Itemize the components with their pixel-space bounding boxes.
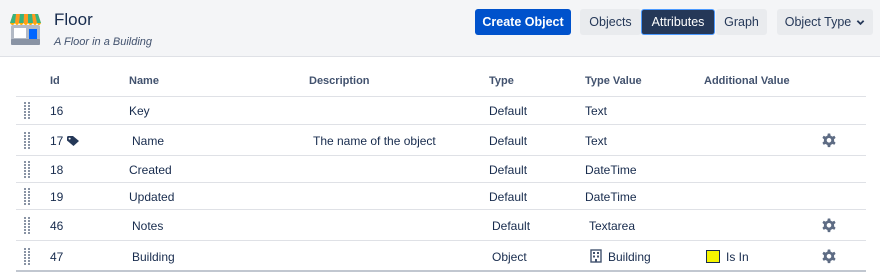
row-id: 16 [50,104,64,118]
row-name: Key [129,104,150,118]
row-type: Default [489,134,528,148]
row-type: Default [492,219,531,233]
gear-icon[interactable] [821,218,837,234]
tab-objects[interactable]: Objects [580,9,641,35]
page-header: Floor A Floor in a Building Create Objec… [0,0,880,57]
column-header-description: Description [309,75,370,87]
table-row[interactable]: 18 Created Default DateTime [16,156,866,183]
color-swatch [706,250,720,263]
chevron-down-icon [856,19,865,25]
store-icon [10,14,41,45]
column-header-type: Type [489,75,514,87]
row-id: 47 [50,250,64,264]
gear-icon[interactable] [821,249,837,265]
row-id: 17 [50,134,64,148]
row-name: Notes [132,219,164,233]
page-subtitle: A Floor in a Building [54,36,153,48]
row-description: The name of the object [313,134,436,148]
building-icon [590,249,602,263]
row-type: Default [489,163,528,177]
drag-handle-icon[interactable] [24,188,30,205]
drag-handle-icon[interactable] [24,102,30,119]
column-header-id: Id [50,75,60,87]
row-name: Building [132,250,175,264]
row-type-value: Building [608,250,651,264]
row-type: Default [489,104,528,118]
row-type-value: Text [585,104,608,118]
row-id: 46 [50,219,64,233]
row-type: Default [489,190,528,204]
column-header-type-value: Type Value [585,75,642,87]
drag-handle-icon[interactable] [24,217,30,234]
object-type-dropdown[interactable]: Object Type [777,9,873,35]
create-object-button[interactable]: Create Object [475,9,571,35]
row-type-value: Text [585,134,608,148]
row-id: 19 [50,190,64,204]
table-row[interactable]: 47 Building Object Building Is In [16,241,866,272]
tag-icon [67,136,79,146]
object-type-label: Object Type [784,15,852,29]
table-row[interactable]: 17 Name The name of the object Default T… [16,125,866,156]
column-header-name: Name [129,75,159,87]
page-title: Floor [54,10,93,29]
row-name: Name [132,134,165,148]
row-additional-value: Is In [726,250,749,264]
table-row[interactable]: 46 Notes Default Textarea [16,210,866,241]
table-row[interactable]: 19 Updated Default DateTime [16,183,866,210]
table-row[interactable]: 16 Key Default Text [16,97,866,125]
drag-handle-icon[interactable] [24,161,30,178]
row-name: Created [129,163,172,177]
row-name: Updated [129,190,175,204]
row-type-value: DateTime [585,190,637,204]
tab-attributes[interactable]: Attributes [641,9,715,35]
tab-graph[interactable]: Graph [716,9,767,35]
column-header-additional-value: Additional Value [704,75,790,87]
row-type: Object [492,250,527,264]
row-type-value: DateTime [585,163,637,177]
gear-icon[interactable] [821,133,837,149]
table-header: Id Name Description Type Type Value Addi… [16,68,866,97]
row-id: 18 [50,163,64,177]
drag-handle-icon[interactable] [24,248,30,265]
row-type-value: Textarea [589,219,636,233]
drag-handle-icon[interactable] [24,132,30,149]
